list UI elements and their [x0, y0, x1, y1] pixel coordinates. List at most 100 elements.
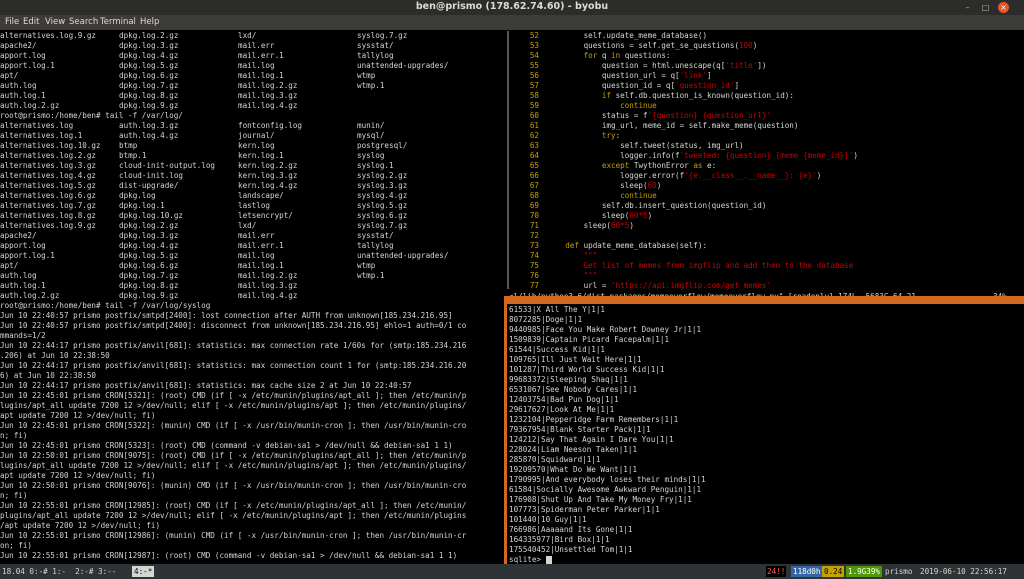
- code-token: ]: [734, 81, 740, 90]
- sqlite-prompt[interactable]: sqlite>: [509, 555, 552, 564]
- file-name: dpkg.log.7.gz: [119, 271, 179, 280]
- vim-editor-pane[interactable]: 52 self.update_meme_database() 53 questio…: [509, 31, 1024, 296]
- code-line: 62 try:: [509, 131, 1024, 141]
- terminal-line: alternatives.log.5.gz dist-upgrade/kern.l…: [0, 181, 505, 191]
- file-name: dpkg.log.10.gz: [119, 211, 184, 220]
- menu-file[interactable]: File: [5, 17, 19, 27]
- code-token: in: [611, 51, 621, 60]
- menu-edit[interactable]: Edit: [23, 17, 39, 27]
- maximize-button[interactable]: □: [980, 2, 991, 13]
- file-name: journal/: [238, 131, 275, 140]
- terminal-text: n; fi): [0, 491, 28, 500]
- file-name: tallylog: [357, 51, 394, 60]
- code-token: 'title': [725, 61, 758, 70]
- code-token: self.tweet(status, img_url): [547, 141, 744, 150]
- file-name: alternatives.log.9.gz: [0, 221, 97, 230]
- terminal-line: .206) at Jun 10 22:38:50: [0, 351, 505, 361]
- file-name: alternatives.log.5.gz: [0, 181, 97, 190]
- terminal-line: auth.log.1 dpkg.log.8.gz mail.log.3.gz: [0, 281, 505, 291]
- file-name: syslog.5.gz: [357, 201, 408, 210]
- terminal-line: plugins/apt_all update 7200 12 >/dev/nul…: [0, 511, 505, 521]
- file-name: apport.log.1: [0, 61, 55, 70]
- menu-view[interactable]: View: [45, 17, 65, 27]
- query-result-row: 79367954|Blank Starter Pack|1|1: [509, 425, 651, 434]
- minimize-button[interactable]: –: [962, 2, 973, 13]
- code-line: 66 logger.error(f'{e.__class__.__name__}…: [509, 171, 1024, 181]
- file-name: mail.log.4.gz: [238, 291, 298, 300]
- code-token: img_url, meme_id = self.make_meme(questi…: [547, 121, 799, 130]
- file-name: alternatives.log.3.gz: [0, 161, 97, 170]
- pane-separator[interactable]: [507, 296, 1024, 304]
- code-token: try: [601, 131, 616, 140]
- terminal-text: Jun 10 22:45:01 prismo CRON[5322]: (muni…: [0, 421, 467, 430]
- terminal-text: on; fi): [0, 541, 33, 550]
- code-token: """: [583, 271, 598, 280]
- terminal-line: apport.log dpkg.log.4.gz mail.err.1 tallylo…: [0, 51, 505, 61]
- code-token: continue: [620, 101, 657, 110]
- terminal-text: n; fi): [0, 431, 28, 440]
- code-text: """: [547, 271, 598, 281]
- terminal-line: Jun 10 22:55:01 prismo CRON[12985]: (roo…: [0, 501, 505, 511]
- code-line: 72: [509, 231, 1024, 241]
- terminal-line: alternatives.log.3.gz cloud-init-output.l…: [0, 161, 505, 171]
- line-number: 69: [529, 201, 539, 210]
- line-number: 68: [529, 191, 539, 200]
- query-result-row: 1232104|Pepperidge Farm Remembers|1|1: [509, 415, 679, 424]
- file-name: auth.log.3.gz: [119, 121, 179, 130]
- code-token: if: [601, 91, 612, 100]
- active-window-tab[interactable]: 4:-*: [132, 566, 155, 577]
- line-number: 56: [529, 71, 539, 80]
- code-token: question_url = q[: [547, 71, 680, 80]
- file-name: kern.log.4.gz: [238, 181, 298, 190]
- code-text: question_id = q['question_id']: [547, 81, 739, 91]
- terminal-pane-logs[interactable]: alternatives.log.9.gz dpkg.log.2.gz lxd/sy…: [0, 31, 505, 564]
- code-line: 70 sleep(60*5): [509, 211, 1024, 221]
- file-name: alternatives.log.10.gz: [0, 141, 101, 150]
- terminal-line: apache2/dpkg.log.3.gz mail.err sysstat/: [0, 41, 505, 51]
- file-name: dpkg.log.2.gz: [119, 221, 179, 230]
- code-line: 63 self.tweet(status, img_url): [509, 141, 1024, 151]
- file-name: auth.log.1: [0, 91, 46, 100]
- file-name: auth.log.2.gz: [0, 101, 60, 110]
- sqlite-pane[interactable]: 61533|X All The Y|1|1 8072285|Doge|1|1 944…: [509, 304, 1024, 564]
- code-line: 54 for q in questions:: [509, 51, 1024, 61]
- code-token: url =: [547, 281, 612, 290]
- menu-terminal[interactable]: Terminal: [100, 17, 136, 27]
- file-name: auth.log.1: [0, 281, 46, 290]
- query-result-row: 61533|X All The Y|1|1: [509, 305, 606, 314]
- file-name: dpkg.log.5.gz: [119, 61, 179, 70]
- terminal-line: Jun 10 22:55:01 prismo CRON[12987]: (roo…: [0, 551, 505, 561]
- code-line: 58 if self.db.question_is_known(question…: [509, 91, 1024, 101]
- query-result-row: 12403754|Bad Pun Dog|1|1: [509, 395, 619, 404]
- code-token: ): [629, 221, 634, 230]
- query-result-row: 124212|Say That Again I Dare You|1|1: [509, 435, 674, 444]
- terminal-line: lugins/apt_all update 7200 12 >/dev/null…: [0, 401, 505, 411]
- menu-help[interactable]: Help: [140, 17, 159, 27]
- terminal-line: Jun 10 22:44:17 prismo postfix/anvil[681…: [0, 361, 505, 371]
- file-name: dpkg.log.9.gz: [119, 101, 179, 110]
- file-name: auth.log: [0, 81, 37, 90]
- terminal-line: root@prismo:/home/ben# tail -f /var/log/…: [0, 301, 505, 311]
- file-name: wtmp: [357, 71, 376, 80]
- window-list[interactable]: 18.04 0:-# 1:- 2:-# 3:--: [2, 566, 116, 577]
- pane-separator-vertical[interactable]: [504, 296, 507, 564]
- code-line: 61 img_url, meme_id = self.make_meme(que…: [509, 121, 1024, 131]
- file-name: syslog.2.gz: [357, 171, 408, 180]
- code-line: 52 self.update_meme_database(): [509, 31, 1024, 41]
- close-button[interactable]: ×: [998, 2, 1009, 13]
- terminal-line: on; fi): [0, 541, 505, 551]
- code-line: 73 def update_meme_database(self):: [509, 241, 1024, 251]
- file-name: apt/: [0, 261, 19, 270]
- code-token: :: [615, 131, 621, 140]
- menu-search[interactable]: Search: [69, 17, 98, 27]
- line-number: 55: [529, 61, 539, 70]
- code-token: '{question} {question_url}': [647, 111, 772, 120]
- query-result-row: 107773|Spiderman Peter Parker|1|1: [509, 505, 660, 514]
- code-text: sleep(60*5): [547, 211, 652, 221]
- file-name: cloud-init-output.log: [119, 161, 216, 170]
- code-text: sleep(60*5): [547, 221, 634, 231]
- line-number: 71: [529, 221, 539, 230]
- file-name: sysstat/: [357, 231, 394, 240]
